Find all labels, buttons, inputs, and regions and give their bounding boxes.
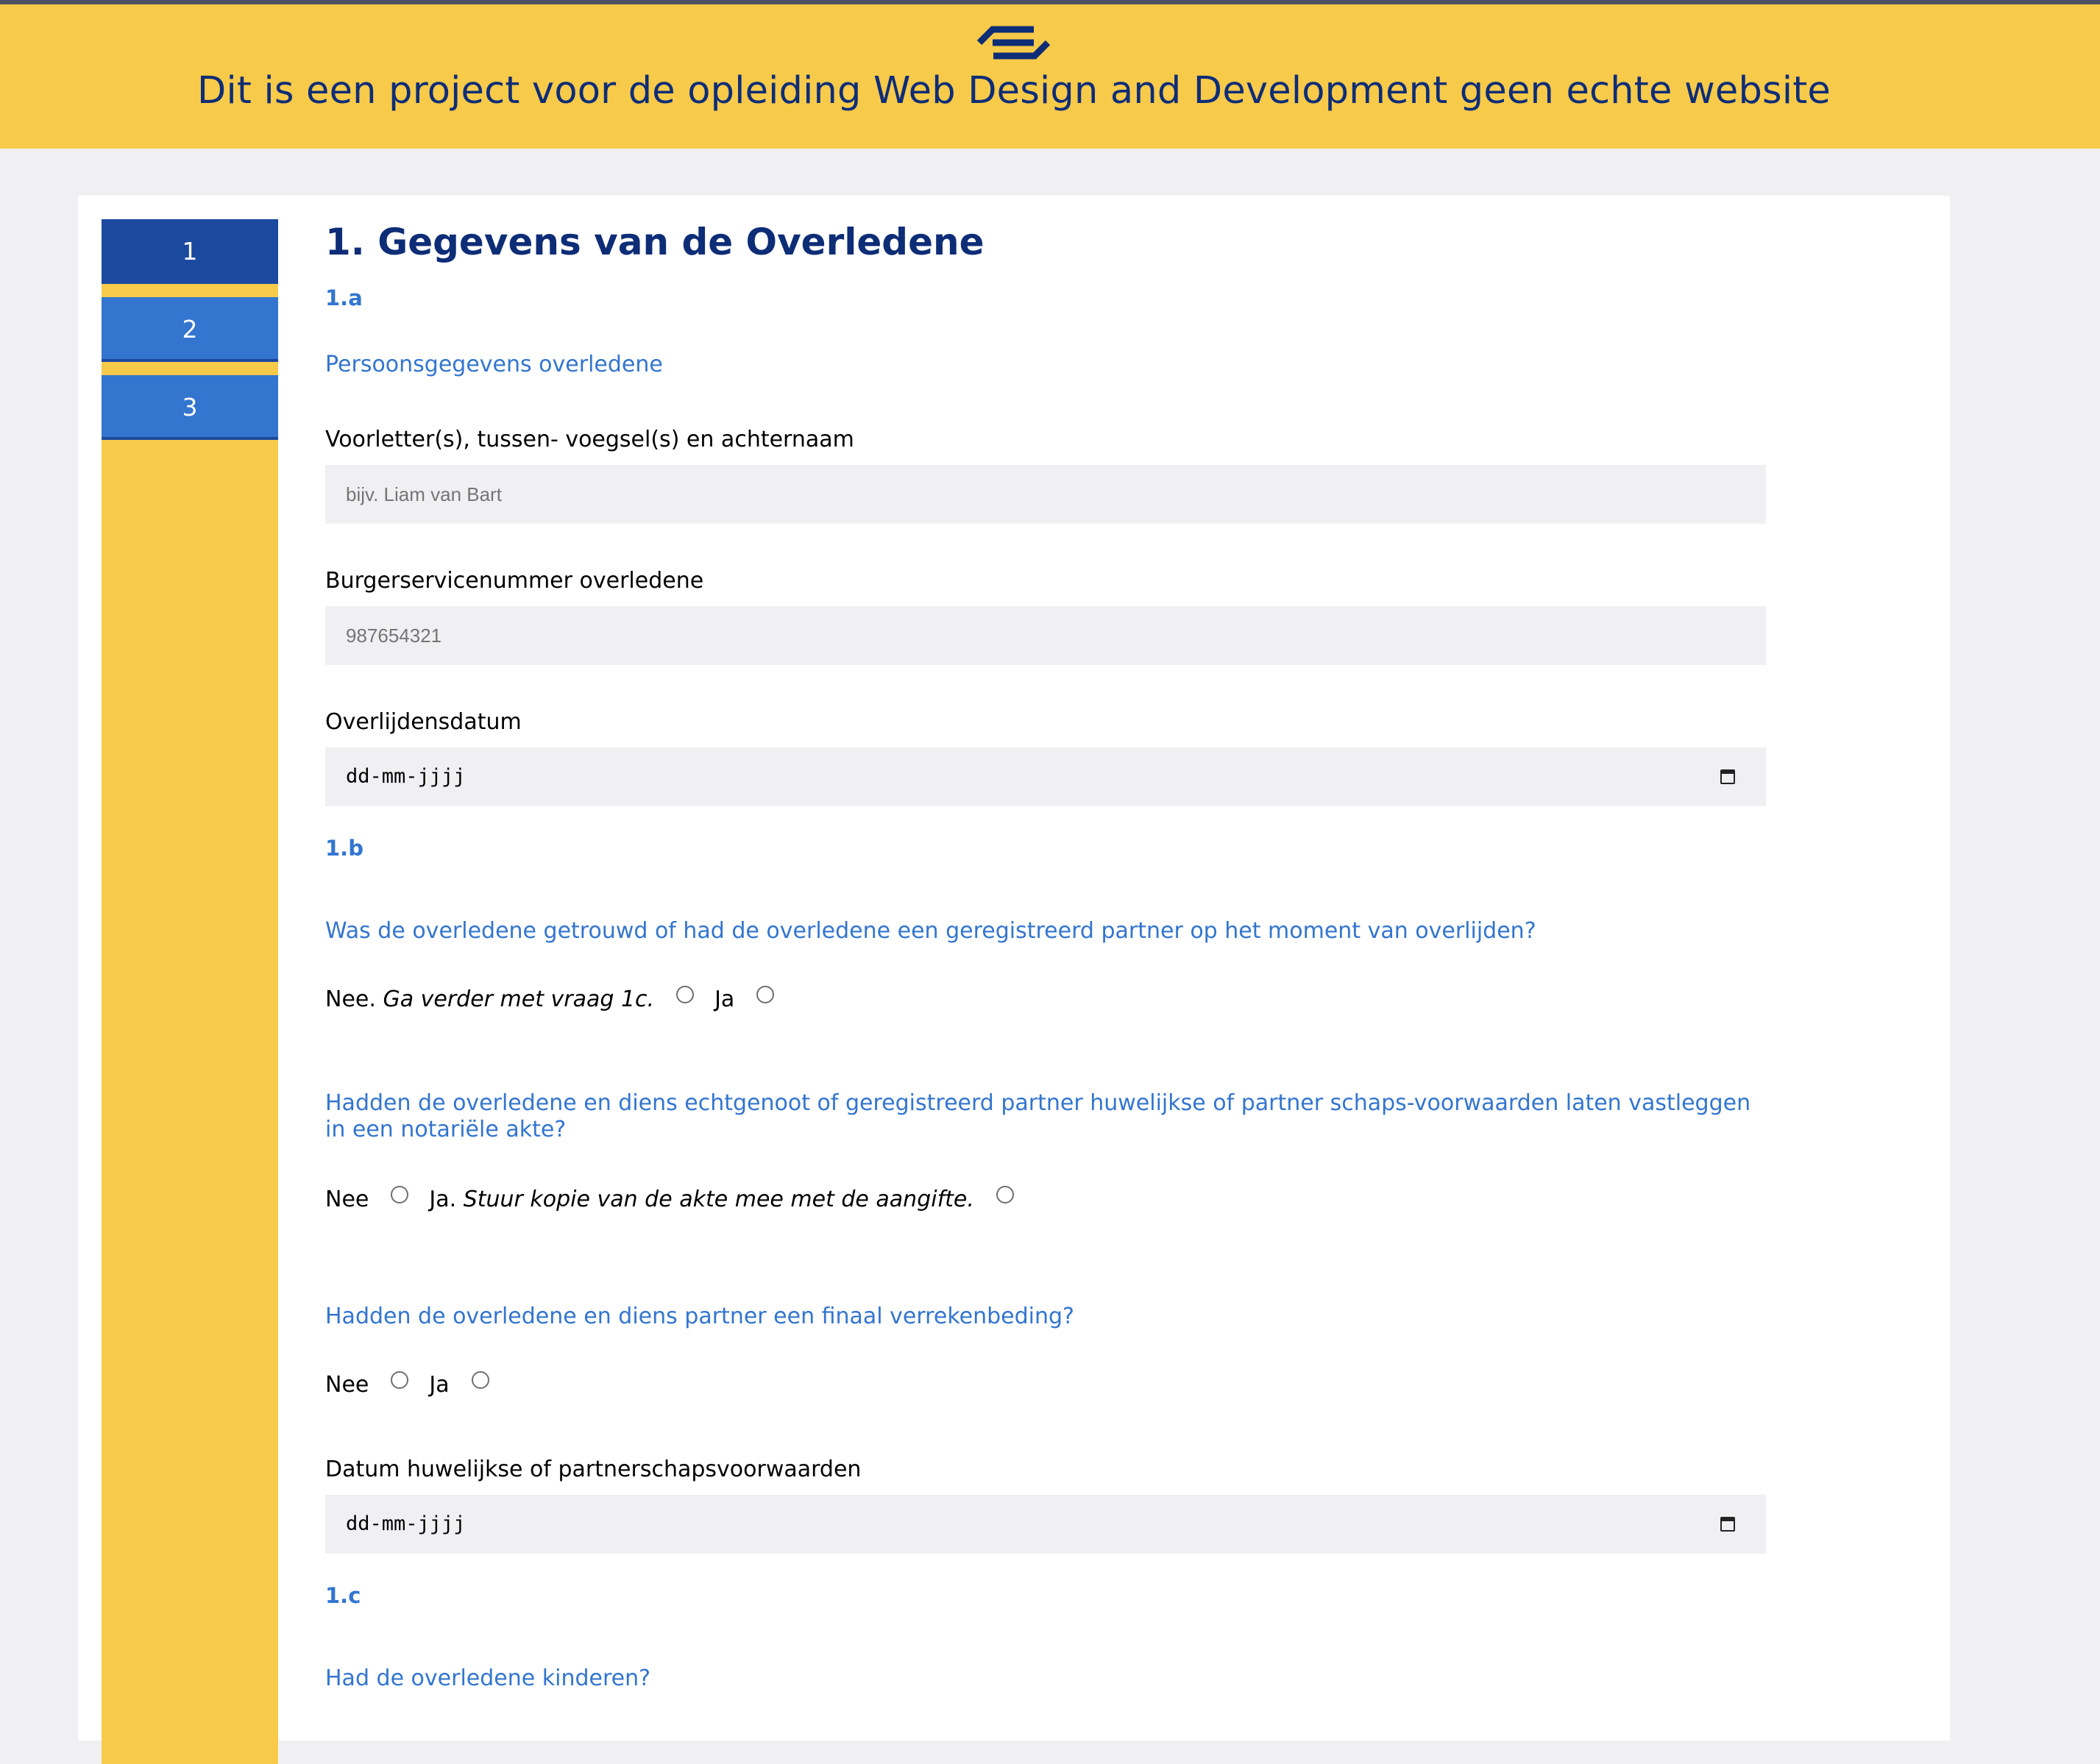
prenup-date-placeholder: dd-mm-jjjj: [346, 1512, 466, 1535]
married-yes-label: Ja: [714, 986, 735, 1012]
married-question: Was de overledene getrouwd of had de ove…: [325, 918, 1536, 944]
name-input[interactable]: [325, 465, 1766, 524]
married-no-label: Nee. Ga verder met vraag 1c.: [325, 986, 655, 1012]
ns-logo-icon: [976, 26, 1051, 60]
step-3-tab[interactable]: 3: [102, 375, 278, 440]
step-1-tab[interactable]: 1: [102, 219, 278, 284]
prenup-no-radio[interactable]: [391, 1186, 409, 1203]
prenup-question: Hadden de overledene en diens echtgenoot…: [325, 1090, 1751, 1142]
prenup-date-input[interactable]: dd-mm-jjjj: [325, 1495, 1766, 1554]
settlement-question: Hadden de overledene en diens partner ee…: [325, 1304, 1074, 1329]
calendar-icon[interactable]: [1720, 1517, 1735, 1532]
header-title: Dit is een project voor de opleiding Web…: [197, 69, 1831, 113]
prenup-no-label: Nee: [325, 1186, 369, 1212]
page-title: 1. Gegevens van de Overledene: [325, 221, 985, 263]
children-question: Had de overledene kinderen?: [325, 1665, 651, 1691]
settlement-yes-radio[interactable]: [471, 1371, 489, 1389]
death-date-input[interactable]: dd-mm-jjjj: [325, 747, 1766, 806]
calendar-icon[interactable]: [1720, 769, 1735, 784]
married-options: Nee. Ga verder met vraag 1c. Ja: [325, 984, 795, 1014]
section-1a-title: Persoonsgegevens overledene: [325, 352, 663, 377]
step-2-tab[interactable]: 2: [102, 297, 278, 362]
settlement-options: Nee Ja: [325, 1370, 510, 1399]
bsn-label: Burgerservicenummer overledene: [325, 568, 704, 594]
prenup-yes-label: Ja. Stuur kopie van de akte mee met de a…: [429, 1186, 974, 1212]
death-date-placeholder: dd-mm-jjjj: [346, 765, 466, 788]
settlement-no-radio[interactable]: [391, 1371, 409, 1389]
bsn-input[interactable]: [325, 606, 1766, 665]
prenup-yes-radio[interactable]: [996, 1186, 1014, 1203]
married-yes-radio[interactable]: [756, 986, 775, 1003]
settlement-yes-label: Ja: [429, 1371, 450, 1398]
site-header: Dit is een project voor de opleiding Web…: [0, 4, 2100, 149]
step-sidebar: 1 2 3: [102, 219, 278, 1764]
name-label: Voorletter(s), tussen- voegsel(s) en ach…: [325, 427, 854, 452]
prenup-options: Nee Ja. Stuur kopie van de akte mee met …: [325, 1184, 1035, 1214]
death-date-label: Overlijdensdatum: [325, 709, 522, 735]
married-no-radio[interactable]: [676, 986, 695, 1003]
section-label-1b: 1.b: [325, 836, 363, 861]
form-card: 1 2 3 1. Gegevens van de Overledene 1.a …: [78, 196, 1950, 1764]
section-label-1a: 1.a: [325, 285, 363, 310]
settlement-no-label: Nee: [325, 1371, 369, 1398]
prenup-date-label: Datum huwelijkse of partnerschapsvoorwaa…: [325, 1457, 862, 1482]
section-label-1c: 1.c: [325, 1583, 361, 1608]
